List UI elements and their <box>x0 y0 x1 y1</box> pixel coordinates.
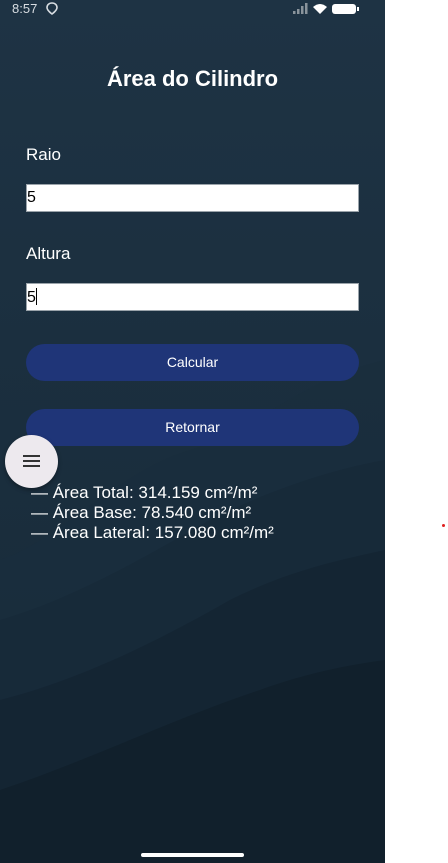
height-label: Altura <box>26 244 71 263</box>
radius-label: Raio <box>26 145 61 164</box>
status-icons <box>291 2 361 18</box>
status-time: 8:57 <box>12 1 38 16</box>
result-lateral-area: — Área Lateral: 157.080 cm²/m² <box>31 523 274 542</box>
app-screen: 8:57 Área do Cilindro Raio 5 Altura 5 Ca… <box>0 0 385 863</box>
wifi-icon <box>313 4 327 14</box>
return-button[interactable]: Retornar <box>26 409 359 446</box>
page-title: Área do Cilindro <box>106 66 279 91</box>
status-bar: 8:57 <box>0 0 385 18</box>
home-indicator[interactable] <box>141 853 244 857</box>
battery-icon <box>332 4 359 14</box>
menu-fab-button[interactable] <box>5 435 58 488</box>
radius-input-value: 5 <box>27 189 36 206</box>
signal-icon <box>293 3 308 14</box>
calculate-button[interactable]: Calcular <box>26 344 359 381</box>
result-total-area: — Área Total: 314.159 cm²/m² <box>31 483 258 502</box>
height-input[interactable]: 5 <box>26 283 359 311</box>
results-list: — Área Total: 314.159 cm²/m² — Área Base… <box>31 483 274 543</box>
height-input-value: 5 <box>27 289 36 306</box>
radius-input[interactable]: 5 <box>26 184 359 212</box>
result-base-area: — Área Base: 78.540 cm²/m² <box>31 503 252 522</box>
text-caret <box>35 288 37 305</box>
location-icon <box>46 2 58 18</box>
red-dot-marker <box>442 524 445 527</box>
